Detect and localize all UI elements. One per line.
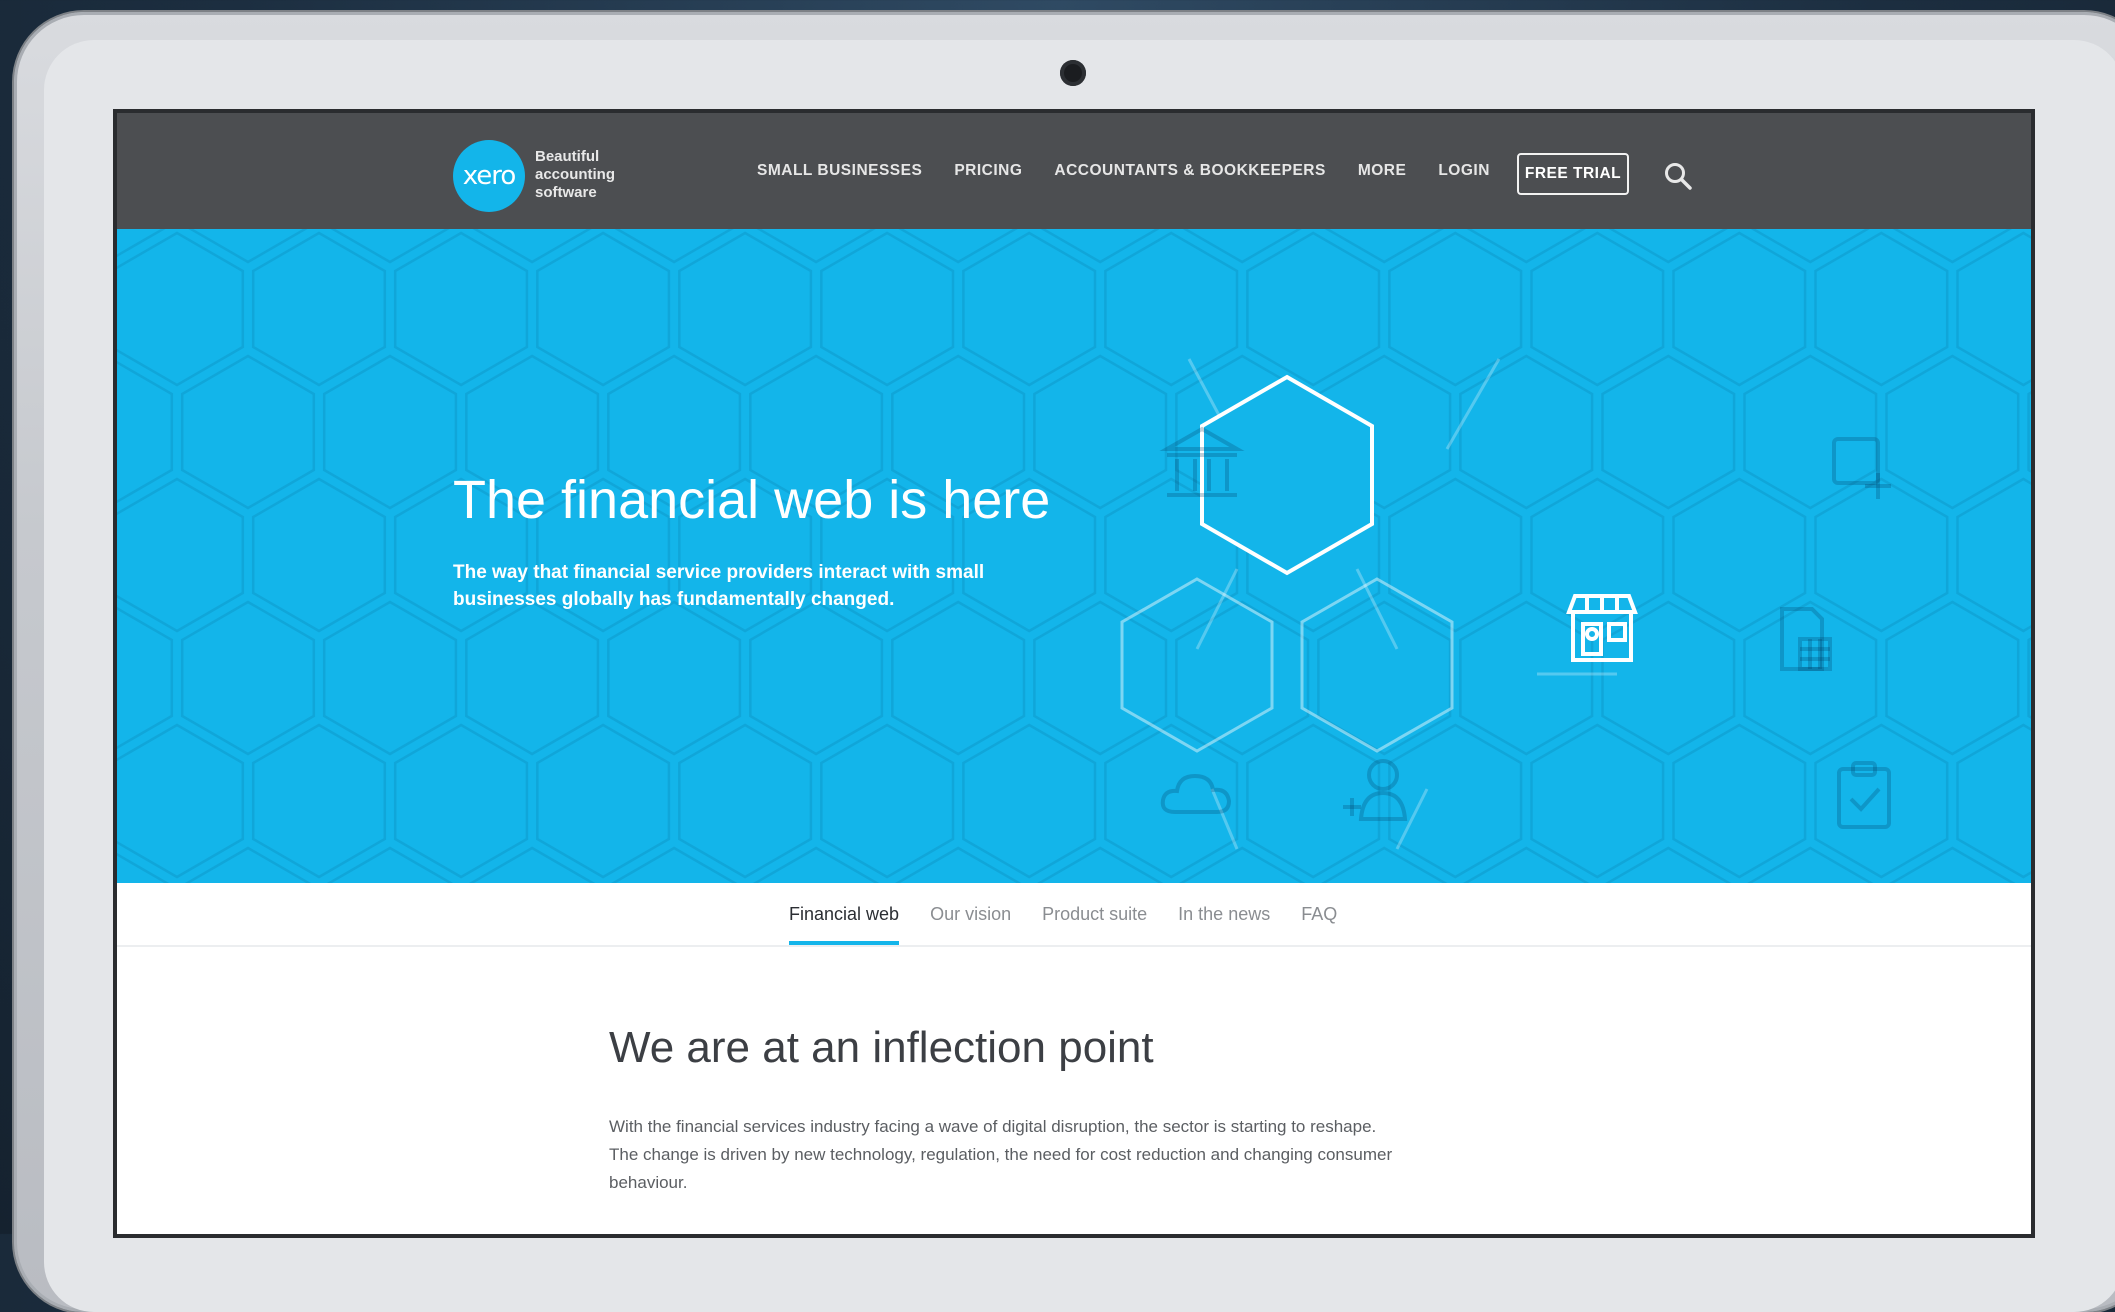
camera-icon	[1060, 60, 1086, 86]
calculator-icon	[1780, 607, 1832, 671]
tab-in-the-news[interactable]: In the news	[1178, 883, 1270, 945]
free-trial-button[interactable]: FREE TRIAL	[1517, 153, 1629, 195]
search-icon[interactable]	[1663, 161, 1693, 191]
tab-faq[interactable]: FAQ	[1301, 883, 1337, 945]
logo-tagline: Beautiful accounting software	[535, 148, 616, 201]
main-nav: SMALL BUSINESSES PRICING ACCOUNTANTS & B…	[757, 113, 1490, 229]
tab-our-vision[interactable]: Our vision	[930, 883, 1011, 945]
hexagon-pattern	[117, 229, 2031, 883]
nav-more[interactable]: MORE	[1358, 162, 1407, 180]
tab-product-suite[interactable]: Product suite	[1042, 883, 1147, 945]
site-header: xero Beautiful accounting software SMALL…	[117, 113, 2031, 229]
nav-accountants-bookkeepers[interactable]: ACCOUNTANTS & BOOKKEEPERS	[1054, 162, 1325, 180]
storefront-icon	[1566, 594, 1638, 662]
document-plus-icon	[1832, 437, 1891, 499]
browser-screen: xero Beautiful accounting software SMALL…	[117, 113, 2031, 1234]
xero-logo[interactable]: xero	[453, 140, 525, 212]
bank-icon	[1159, 426, 1245, 497]
add-user-icon	[1343, 759, 1408, 821]
cloud-icon	[1160, 773, 1232, 814]
section-tabs: Financial web Our vision Product suite I…	[117, 883, 2031, 947]
hero-title: The financial web is here	[453, 470, 1051, 530]
nav-pricing[interactable]: PRICING	[954, 162, 1022, 180]
nav-small-businesses[interactable]: SMALL BUSINESSES	[757, 162, 922, 180]
section-body: With the financial services industry fac…	[609, 1117, 1393, 1192]
clipboard-check-icon	[1837, 761, 1891, 829]
nav-login[interactable]: LOGIN	[1438, 162, 1490, 180]
section-title: We are at an inflection point	[609, 1023, 1154, 1072]
hero-subtitle: The way that financial service providers…	[453, 562, 985, 610]
hero-banner: The financial web is here The way that f…	[117, 229, 2031, 883]
tab-financial-web[interactable]: Financial web	[789, 883, 900, 945]
